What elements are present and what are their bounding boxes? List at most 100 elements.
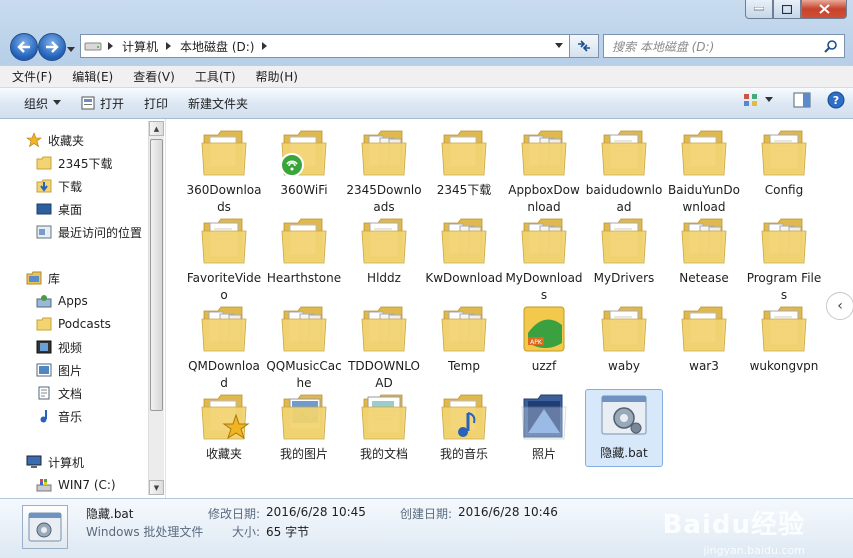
nav-item-music[interactable]: 音乐 <box>36 406 82 426</box>
nav-item-drive-c[interactable]: WIN7 (C:) <box>36 475 116 495</box>
file-item[interactable]: Hlddz <box>346 215 422 287</box>
nav-computer[interactable]: 计算机 <box>26 452 84 472</box>
scroll-up-icon[interactable]: ▲ <box>149 121 164 136</box>
file-item[interactable]: APK uzzf <box>506 303 582 375</box>
file-item[interactable]: baidudownload <box>586 127 662 216</box>
menu-tools[interactable]: 工具(T) <box>187 68 244 85</box>
file-item[interactable]: 隐藏.bat <box>585 389 663 467</box>
folder-icon <box>36 155 52 171</box>
help-icon[interactable]: ? <box>827 91 845 109</box>
file-item[interactable]: AppboxDownload <box>506 127 582 216</box>
search-icon[interactable] <box>824 39 838 53</box>
refresh-button[interactable] <box>570 34 599 58</box>
file-item[interactable]: 360WiFi <box>266 127 342 199</box>
computer-icon <box>26 454 42 470</box>
file-item[interactable]: Temp <box>426 303 502 375</box>
new-folder-button[interactable]: 新建文件夹 <box>178 91 258 115</box>
recent-places-icon <box>36 224 52 240</box>
file-item[interactable]: Program Files <box>746 215 822 304</box>
minimize-button[interactable] <box>745 0 773 19</box>
nav-item-documents[interactable]: 文档 <box>36 383 82 403</box>
file-item[interactable]: MyDrivers <box>586 215 662 287</box>
file-item[interactable]: 照片 <box>506 391 582 463</box>
file-item[interactable]: waby <box>586 303 662 375</box>
file-item[interactable]: Config <box>746 127 822 199</box>
file-item-label: war3 <box>689 359 719 373</box>
file-item[interactable]: KwDownload <box>425 215 503 287</box>
watermark-url: jingyan.baidu.com <box>703 544 805 557</box>
search-input[interactable]: 搜索 本地磁盘 (D:) <box>603 34 845 58</box>
breadcrumb-drive-d[interactable]: 本地磁盘 (D:) <box>180 38 254 55</box>
batch-file-icon <box>598 390 650 442</box>
folder-icon <box>36 316 52 332</box>
nav-item-podcasts[interactable]: Podcasts <box>36 314 111 334</box>
address-history-chevron-icon[interactable] <box>555 43 563 49</box>
nav-item-recent-places[interactable]: 最近访问的位置 <box>36 222 142 242</box>
preview-pane-icon[interactable] <box>793 92 811 108</box>
file-item-label: 收藏夹 <box>205 447 242 461</box>
file-item[interactable]: war3 <box>666 303 742 375</box>
file-item[interactable]: TDDOWNLOAD <box>346 303 422 392</box>
chevron-left-icon[interactable]: ‹ <box>826 292 853 320</box>
nav-item-desktop[interactable]: 桌面 <box>36 199 82 219</box>
breadcrumb-computer[interactable]: 计算机 <box>122 38 158 55</box>
folder-icon <box>438 127 490 179</box>
recent-pages-dropdown[interactable] <box>67 42 75 56</box>
file-item[interactable]: 我的图片 <box>266 391 342 463</box>
refresh-icon <box>578 40 590 52</box>
file-item[interactable]: 360Downloads <box>186 127 262 216</box>
print-button[interactable]: 打印 <box>134 91 178 115</box>
close-button[interactable] <box>801 0 847 19</box>
file-item[interactable]: 我的音乐 <box>426 391 502 463</box>
file-item[interactable]: MyDownloads <box>505 215 583 304</box>
file-item-label: 照片 <box>531 447 556 461</box>
detail-size-label: 大小: <box>232 525 261 539</box>
menu-file[interactable]: 文件(F) <box>4 68 60 85</box>
menu-view[interactable]: 查看(V) <box>125 68 183 85</box>
nav-favorites[interactable]: 收藏夹 <box>26 130 84 150</box>
file-item[interactable]: BaiduYunDownload <box>666 127 742 216</box>
file-item-label: QQMusicCache <box>266 359 342 390</box>
file-item[interactable]: Netease <box>666 215 742 287</box>
file-item[interactable]: Hearthstone <box>266 215 342 287</box>
maximize-button[interactable] <box>773 0 801 19</box>
download-folder-icon <box>36 178 52 194</box>
file-item-label: 360WiFi <box>280 183 328 197</box>
nav-item-videos[interactable]: 视频 <box>36 337 82 357</box>
menu-edit[interactable]: 编辑(E) <box>64 68 121 85</box>
folder-icon <box>598 303 650 355</box>
arrow-right-icon <box>46 41 59 53</box>
scroll-down-icon[interactable]: ▼ <box>149 480 164 495</box>
nav-item-downloads[interactable]: 下载 <box>36 176 82 196</box>
file-item[interactable]: QMDownload <box>186 303 262 392</box>
picture-icon <box>36 362 52 378</box>
file-item[interactable]: 收藏夹 <box>186 391 262 463</box>
detail-filetype: Windows 批处理文件 <box>86 525 204 539</box>
forward-button[interactable] <box>38 33 66 61</box>
file-item[interactable]: 2345Downloads <box>346 127 422 216</box>
folder-icon <box>518 391 570 443</box>
file-item[interactable]: QQMusicCache <box>266 303 342 392</box>
open-button[interactable]: 打开 <box>71 91 134 115</box>
nav-libraries[interactable]: 库 <box>26 268 60 288</box>
file-item[interactable]: 2345下载 <box>426 127 502 199</box>
file-item[interactable]: 我的文档 <box>346 391 422 463</box>
organize-label: 组织 <box>24 96 49 111</box>
nav-item-pictures[interactable]: 图片 <box>36 360 82 380</box>
chevron-down-icon[interactable] <box>765 97 773 103</box>
menu-help[interactable]: 帮助(H) <box>248 68 306 85</box>
scrollbar-thumb[interactable] <box>150 139 163 411</box>
folder-icon <box>358 127 410 179</box>
address-bar[interactable]: 计算机 本地磁盘 (D:) <box>80 34 570 58</box>
view-options-icon[interactable] <box>743 93 759 107</box>
file-item[interactable]: wukongvpn <box>746 303 822 375</box>
file-item-label: MyDownloads <box>505 271 583 302</box>
back-button[interactable] <box>10 33 38 61</box>
nav-item-apps[interactable]: Apps <box>36 291 88 311</box>
navigation-scrollbar[interactable]: ▲ ▼ <box>148 121 164 495</box>
file-item-label: MyDrivers <box>593 271 655 285</box>
menu-bar: 文件(F) 编辑(E) 查看(V) 工具(T) 帮助(H) <box>0 66 853 88</box>
file-item[interactable]: FavoriteVideo <box>186 215 262 304</box>
organize-button[interactable]: 组织 <box>14 91 71 115</box>
nav-item-2345-downloads[interactable]: 2345下载 <box>36 153 113 173</box>
